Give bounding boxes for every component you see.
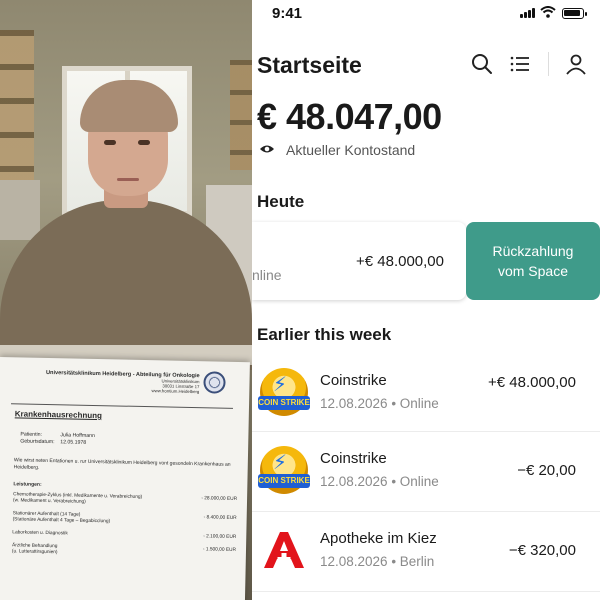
balance-label: Aktueller Kontostand <box>286 142 416 158</box>
pharmacy-logo-icon <box>264 532 304 568</box>
transaction-amount: −€ 20,00 <box>517 462 576 479</box>
section-heading-earlier: Earlier this week <box>257 325 392 344</box>
transaction-name: Coinstrike <box>320 450 387 467</box>
swiped-transaction-row[interactable]: nline +€ 48.000,00 Rückzahlung vom Space <box>252 222 600 300</box>
profile-icon[interactable] <box>564 52 588 76</box>
transaction-amount: +€ 48.000,00 <box>355 253 444 270</box>
coin-logo-text: COIN STRIKE <box>258 396 310 410</box>
transaction-amount: −€ 320,00 <box>508 542 576 559</box>
coin-logo-text: COIN STRIKE <box>258 474 310 488</box>
coinstrike-logo-icon: COIN STRIKE <box>258 446 310 494</box>
doc-line-item: Chemotherapie-Zyklus (inkl. Medikamente … <box>13 492 237 509</box>
transaction-meta: 12.08.2026 • Online <box>320 396 439 411</box>
coinstrike-logo-icon: COIN STRIKE <box>258 368 310 416</box>
page-title: Startseite <box>257 52 362 78</box>
transaction-meta: 12.08.2026 • Berlin <box>320 554 435 569</box>
transaction-amount: +€ 48.000,00 <box>487 374 576 391</box>
hospital-invoice-document: Universitätsklinikum Heidelberg - Abteil… <box>0 357 250 600</box>
doc-item-label: Ärztliche Behandlung <box>11 543 58 550</box>
doc-intro-text: Wie wirst neten Entationen u. rur Univer… <box>13 457 231 471</box>
doc-item-amount: - 8.400,00 EUR <box>203 515 237 521</box>
transaction-row[interactable]: COIN STRIKE Coinstrike 12.08.2026 • Onli… <box>252 354 600 432</box>
banking-app-screen: 9:41 Startseite € 48.047,00 Aktueller Ko… <box>252 0 600 600</box>
doc-dob-label: Geburtsdatum: <box>20 438 55 446</box>
doc-line-item: Laborkosten u. Diagnostik - 2.100,00 EUR <box>12 530 236 541</box>
person-eye-right <box>138 140 150 145</box>
photo-panel: Universitätsklinikum Heidelberg - Abteil… <box>0 0 252 600</box>
header-divider <box>548 52 549 76</box>
doc-line-items: Chemotherapie-Zyklus (inkl. Medikamente … <box>12 492 237 567</box>
doc-line-item: Ärztliche Behandlung (u. Lutterattirsgun… <box>12 543 236 560</box>
battery-icon <box>562 8 587 19</box>
eye-icon[interactable] <box>259 143 275 155</box>
doc-line-item: Stationärer Aufenthalt (14 Tage) (Statio… <box>13 511 237 528</box>
status-bar: 9:41 <box>252 0 600 28</box>
counter-left <box>0 180 40 240</box>
doc-item-amount: - 28.000,00 EUR <box>201 496 238 502</box>
transaction-row[interactable]: COIN STRIKE Coinstrike 12.08.2026 • Onli… <box>252 432 600 512</box>
list-icon[interactable] <box>508 52 532 76</box>
doc-item-amount: - 1.500,00 EUR <box>202 547 237 553</box>
doc-header: Universitätsklinikum Heidelberg - Abteil… <box>19 369 200 407</box>
doc-dob: 12.05.1978 <box>60 439 87 446</box>
transaction-name: Apotheke im Kiez <box>320 530 437 547</box>
shelf-left <box>0 30 34 180</box>
doc-patient-info: Patientin: Julia Hoffmann Geburtsdatum: 12… <box>20 431 95 447</box>
search-icon[interactable] <box>470 52 494 76</box>
wifi-icon <box>540 6 556 18</box>
shelf-right <box>230 60 252 170</box>
transaction-name: Coinstrike <box>320 372 387 389</box>
doc-item-amount: - 2.100,00 EUR <box>203 534 237 540</box>
person-eye-left <box>104 140 116 145</box>
status-time: 9:41 <box>272 5 303 22</box>
section-heading-today: Heute <box>257 192 305 211</box>
repay-from-space-button[interactable]: Rückzahlung vom Space <box>466 222 600 300</box>
transaction-meta-partial: nline <box>252 267 282 283</box>
transaction-card[interactable]: nline +€ 48.000,00 <box>252 222 466 300</box>
doc-title: Krankenhausrechnung <box>14 409 103 421</box>
account-balance: € 48.047,00 <box>257 96 442 137</box>
transaction-list: COIN STRIKE Coinstrike 12.08.2026 • Onli… <box>252 354 600 592</box>
doc-services-label: Leistungen: <box>13 481 42 488</box>
transaction-meta: 12.08.2026 • Online <box>320 474 439 489</box>
transaction-row[interactable]: Apotheke im Kiez 12.08.2026 • Berlin −€ … <box>252 512 600 592</box>
doc-item-label: Laborkosten u. Diagnostik <box>12 530 68 537</box>
person-mouth <box>117 178 139 181</box>
clinic-seal-icon <box>203 371 226 394</box>
cellular-signal-icon <box>520 8 536 18</box>
